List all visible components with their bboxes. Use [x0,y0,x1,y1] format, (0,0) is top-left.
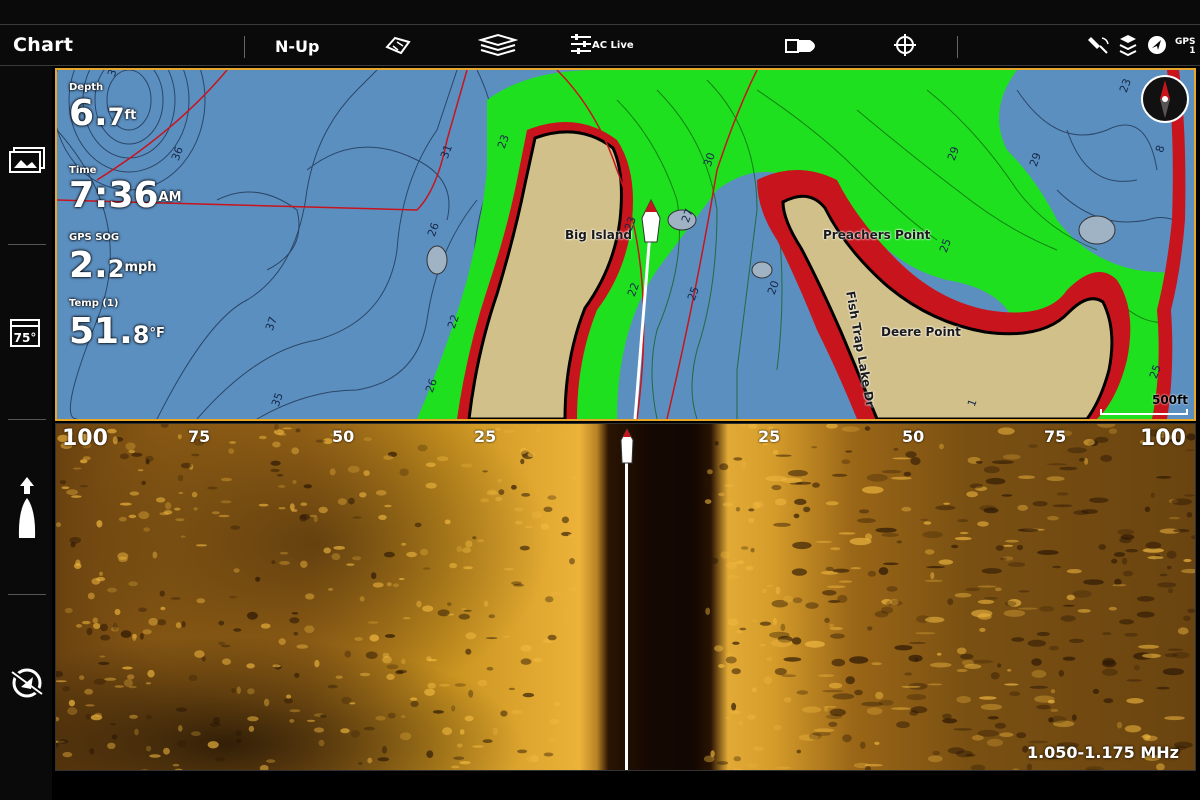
range-label: 75 [188,427,211,446]
range-label: 75 [1044,427,1067,446]
toolbar-divider [957,36,958,58]
chart-map[interactable] [57,70,1194,419]
place-preachers-point[interactable]: Preachers Point [823,228,930,242]
boat-track-line [625,438,628,770]
temp-value: 51. [69,311,133,352]
temp-label: Temp (1) [69,298,119,309]
sidebar-divider [8,594,46,595]
navigation-icon[interactable] [1146,33,1168,57]
depth-readout: 6.7ft [69,96,136,135]
water-temp-value: 75° [14,331,37,345]
top-bar: Chart N-Up AC Live GPS 1 [0,0,1200,66]
chart-edit-icon[interactable] [384,33,412,57]
boat-heading-icon[interactable] [8,476,46,540]
bottom-rule [0,65,1200,66]
temp-unit: °F [149,326,165,341]
map-scale: 500ft [1151,393,1188,407]
sog-unit: mph [124,260,157,275]
water-temp-icon[interactable]: 75° [8,318,42,348]
page-title[interactable]: Chart [13,34,73,56]
range-label: 25 [758,427,781,446]
time-readout: 7:36AM [69,178,182,214]
toolbar-divider [244,36,245,58]
range-label: 100 [62,426,108,451]
top-rule [0,24,1200,25]
sonar-source-icon[interactable] [1118,33,1138,57]
compass-icon[interactable] [1140,74,1190,124]
depth-decimal: 7 [107,103,125,131]
range-label: 50 [332,427,355,446]
boat-view-icon[interactable] [784,38,822,54]
depth-label: Depth [69,82,104,93]
range-label: 25 [474,427,497,446]
sonar-frequency: 1.050-1.175 MHz [1026,743,1179,762]
sog-label: GPS SOG [69,232,120,243]
map-scale-bar [1100,409,1188,415]
sog-value: 2. [69,245,108,286]
place-big-island[interactable]: Big Island [565,228,632,242]
sog-readout: 2.2mph [69,248,157,287]
gps-sub-label: 1 [1189,46,1196,56]
depth-unit: ft [124,108,137,123]
left-sidebar: 75° [0,66,52,800]
sidebar-divider [8,244,46,245]
satellite-icon[interactable] [1088,33,1110,57]
temp-decimal: 8 [132,321,150,349]
place-deere-point[interactable]: Deere Point [881,325,961,339]
temp-readout: 51.8°F [69,314,165,353]
crosshair-icon[interactable] [893,33,917,57]
side-imaging-sonar[interactable]: 100 75 50 25 25 50 75 100 1.050-1.175 MHz [55,423,1196,771]
time-suffix: AM [158,190,182,205]
sliders-icon[interactable] [570,33,592,55]
time-value: 7:36 [69,175,159,216]
view-pages-icon[interactable] [8,146,46,174]
chart-pane[interactable]: Depth 6.7ft Time 7:36AM GPS SOG 2.2mph T… [55,68,1196,421]
sidebar-divider [8,419,46,420]
orientation-button[interactable]: N-Up [275,37,319,56]
range-label: 50 [902,427,925,446]
gps-status[interactable]: GPS 1 [1175,38,1195,56]
ac-live-label[interactable]: AC Live [592,40,634,51]
range-label: 100 [1140,426,1186,451]
sog-decimal: 2 [107,255,125,283]
boat-marker-icon [620,428,634,464]
depth-value: 6. [69,93,108,134]
sonar-mode-icon[interactable] [8,666,46,700]
layers-icon[interactable] [478,33,518,57]
